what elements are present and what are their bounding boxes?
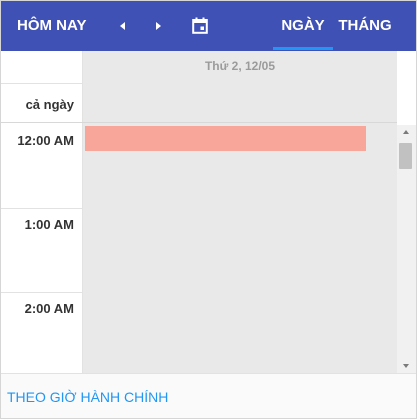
scroll-down-arrow-icon[interactable]	[397, 359, 416, 373]
time-label: 2:00 AM	[24, 301, 74, 316]
scrollbar-thumb[interactable]	[399, 143, 412, 169]
time-label: 1:00 AM	[24, 217, 74, 232]
day-header: Thứ 2, 12/05	[204, 59, 276, 73]
all-day-divider	[1, 122, 397, 123]
scroll-up-arrow-icon[interactable]	[397, 125, 416, 139]
all-day-label: cả ngày	[25, 97, 74, 112]
active-view-indicator	[273, 47, 333, 50]
vertical-scrollbar[interactable]	[397, 125, 416, 373]
calendar-icon	[192, 17, 208, 34]
footer: THEO GIỜ HÀNH CHÍNH	[1, 373, 416, 418]
day-column[interactable]	[83, 51, 397, 373]
view-day-tab[interactable]: NGÀY	[273, 1, 333, 51]
time-label: 12:00 AM	[17, 133, 74, 148]
scheduler: HÔM NAY NGÀY THÁNG Thứ 2, 12/05 cả ngày …	[0, 0, 417, 419]
business-hours-link[interactable]: THEO GIỜ HÀNH CHÍNH	[7, 389, 168, 405]
today-button[interactable]: HÔM NAY	[17, 1, 86, 51]
hour-divider	[1, 208, 82, 209]
chevron-right-icon	[156, 22, 161, 30]
next-button[interactable]	[149, 1, 167, 51]
date-picker-button[interactable]	[189, 1, 211, 51]
toolbar: HÔM NAY NGÀY THÁNG	[1, 1, 416, 51]
view-month-tab[interactable]: THÁNG	[337, 1, 393, 51]
event-block[interactable]	[85, 126, 366, 151]
prev-button[interactable]	[114, 1, 132, 51]
chevron-left-icon	[120, 22, 125, 30]
header-divider	[1, 83, 82, 84]
hour-divider	[1, 292, 82, 293]
